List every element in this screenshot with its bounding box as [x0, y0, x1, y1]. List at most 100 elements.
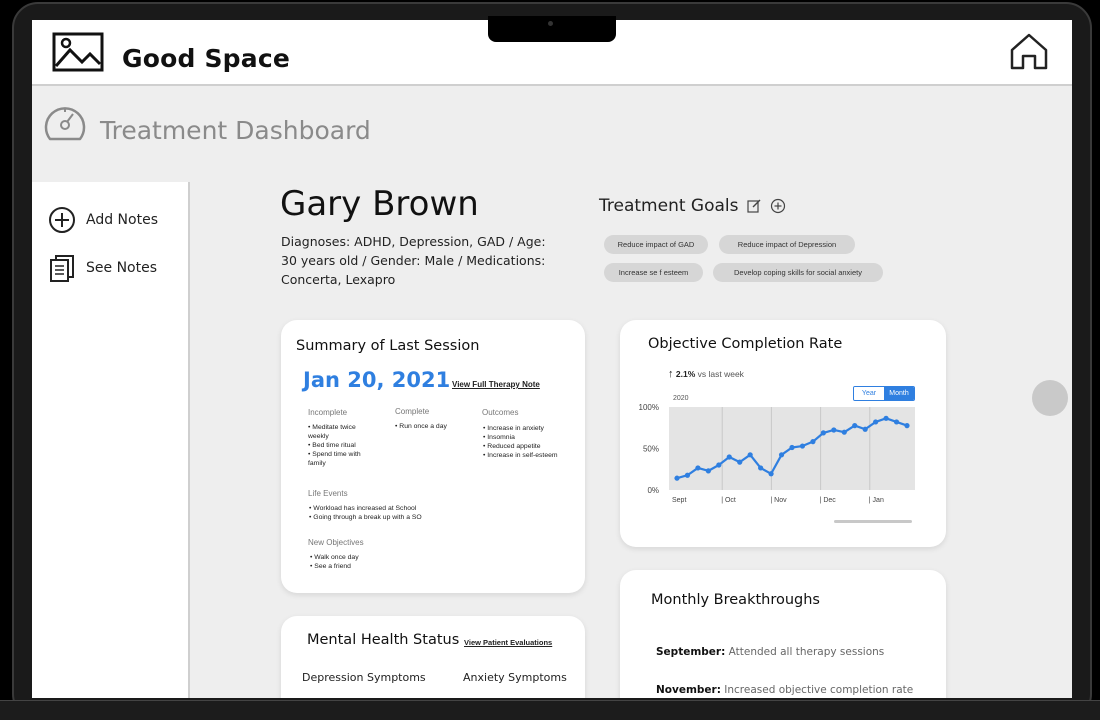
- dashboard-title: Treatment Dashboard: [100, 116, 371, 145]
- data-point: [726, 454, 732, 460]
- list-item: See a friend: [310, 562, 430, 571]
- depression-symptoms-label: Depression Symptoms: [302, 671, 426, 684]
- data-point: [778, 452, 785, 458]
- data-point: [904, 423, 910, 429]
- incomplete-label: Incomplete: [308, 408, 348, 417]
- dashboard-header: Treatment Dashboard: [32, 86, 1072, 182]
- list-item: Going through a break up with a SO: [309, 513, 479, 522]
- session-date: Jan 20, 2021: [303, 368, 451, 392]
- treatment-goals-title: Treatment Goals: [599, 196, 739, 216]
- treatment-goals-header: Treatment Goals: [599, 196, 786, 216]
- breakthrough-item: September: Attended all therapy sessions: [656, 646, 884, 658]
- sidebar: Add Notes See Notes: [32, 182, 190, 698]
- life-events-list: Workload has increased at School Going t…: [309, 504, 479, 522]
- add-goal-icon[interactable]: [770, 198, 786, 214]
- image-logo-icon: [52, 32, 104, 72]
- data-point: [820, 430, 826, 436]
- card-title: Monthly Breakthroughs: [651, 592, 820, 608]
- session-summary-card: Summary of Last Session Jan 20, 2021 Vie…: [281, 320, 585, 593]
- data-point: [789, 444, 795, 451]
- breakthrough-text: Attended all therapy sessions: [728, 646, 885, 658]
- data-point: [810, 439, 816, 445]
- anxiety-symptoms-label: Anxiety Symptoms: [463, 671, 567, 684]
- data-point: [695, 465, 701, 471]
- data-point: [862, 426, 868, 432]
- laptop-bottom-bezel: [0, 700, 1100, 720]
- data-point: [799, 443, 806, 449]
- x-tick-label: | Dec: [820, 497, 837, 504]
- outcomes-list: Increase in anxiety Insomnia Reduced app…: [483, 424, 563, 460]
- x-tick-label: | Jan: [869, 497, 884, 504]
- data-point: [768, 471, 774, 477]
- completion-line-chart: 2020 100% 50% 0% Sept | Oct | Nov | Dec | Jan: [639, 395, 915, 504]
- data-point: [747, 452, 753, 458]
- breakthrough-month: September:: [656, 646, 726, 658]
- camera-notch: [488, 16, 616, 42]
- view-therapy-note-link[interactable]: View Full Therapy Note: [452, 380, 540, 389]
- list-item: Meditate twice weekly: [308, 423, 378, 441]
- incomplete-list: Meditate twice weekly Bed time ritual Sp…: [308, 423, 378, 468]
- goal-pill[interactable]: Reduce impact of GAD: [604, 235, 708, 254]
- data-point: [893, 419, 900, 425]
- app-screen: Good Space Treatment Dashboard Add Notes: [32, 20, 1072, 698]
- gauge-icon: [44, 107, 86, 141]
- list-item: Bed time ritual: [308, 441, 378, 450]
- data-point: [716, 462, 722, 468]
- card-title: Mental Health Status: [307, 632, 460, 648]
- patient-name: Gary Brown: [280, 184, 479, 224]
- complete-list: Run once a day: [395, 422, 475, 431]
- y-tick-label: 50%: [643, 445, 659, 454]
- patient-info: Diagnoses: ADHD, Depression, GAD / Age: …: [281, 234, 546, 287]
- data-point: [674, 475, 680, 481]
- data-point: [852, 423, 858, 429]
- objective-completion-card: Objective Completion Rate ↑ 2.1% vs last…: [620, 320, 946, 547]
- breakthrough-item: November: Increased objective completion…: [656, 684, 913, 696]
- goal-pill[interactable]: Increase se f esteem: [604, 263, 703, 282]
- floating-action-dot[interactable]: [1032, 380, 1068, 416]
- sidebar-item-label: Add Notes: [86, 212, 158, 228]
- list-item: Increase in self-esteem: [483, 451, 563, 460]
- mental-health-card: Mental Health Status View Patient Evalua…: [281, 616, 585, 698]
- new-objectives-list: Walk once day See a friend: [310, 553, 430, 571]
- breakthroughs-card: Monthly Breakthroughs September: Attende…: [620, 570, 946, 698]
- view-evaluations-link[interactable]: View Patient Evaluations: [464, 638, 552, 647]
- list-item: Spend time with family: [308, 450, 378, 468]
- x-tick-label: | Oct: [721, 497, 736, 504]
- complete-label: Complete: [395, 407, 430, 416]
- data-point: [758, 465, 764, 471]
- data-point: [873, 419, 879, 425]
- data-point: [705, 468, 711, 474]
- breakthrough-text: Increased objective completion rate: [724, 684, 914, 696]
- chart-series-label: 2020: [673, 395, 689, 402]
- x-tick-label: Sept: [672, 497, 686, 504]
- new-objectives-label: New Objectives: [308, 538, 364, 547]
- home-icon[interactable]: [1008, 30, 1050, 72]
- data-point: [684, 472, 691, 478]
- list-item: Reduced appetite: [483, 442, 563, 451]
- app-title: Good Space: [122, 44, 291, 73]
- x-tick-label: | Nov: [770, 497, 787, 504]
- sidebar-item-see-notes[interactable]: See Notes: [48, 254, 157, 282]
- data-point: [841, 429, 847, 435]
- breakthrough-month: November:: [656, 684, 721, 696]
- list-item: Run once a day: [395, 422, 475, 431]
- goal-pill[interactable]: Develop coping skills for social anxiety: [713, 263, 883, 282]
- list-item: Workload has increased at School: [309, 504, 479, 513]
- outcomes-label: Outcomes: [482, 408, 519, 417]
- edit-icon[interactable]: [746, 198, 762, 214]
- y-tick-label: 0%: [647, 486, 659, 495]
- data-point: [737, 459, 743, 465]
- notes-icon: [50, 255, 74, 282]
- sidebar-item-add-notes[interactable]: Add Notes: [48, 206, 158, 234]
- data-point: [883, 415, 889, 421]
- list-item: Insomnia: [483, 433, 563, 442]
- plus-circle-icon: [49, 207, 75, 233]
- chart-scrollbar[interactable]: [834, 520, 912, 523]
- data-point: [831, 427, 837, 433]
- list-item: Walk once day: [310, 553, 430, 562]
- card-title: Summary of Last Session: [296, 338, 480, 354]
- goal-pill[interactable]: Reduce impact of Depression: [719, 235, 855, 254]
- sidebar-item-label: See Notes: [86, 260, 157, 276]
- life-events-label: Life Events: [308, 489, 348, 498]
- list-item: Increase in anxiety: [483, 424, 563, 433]
